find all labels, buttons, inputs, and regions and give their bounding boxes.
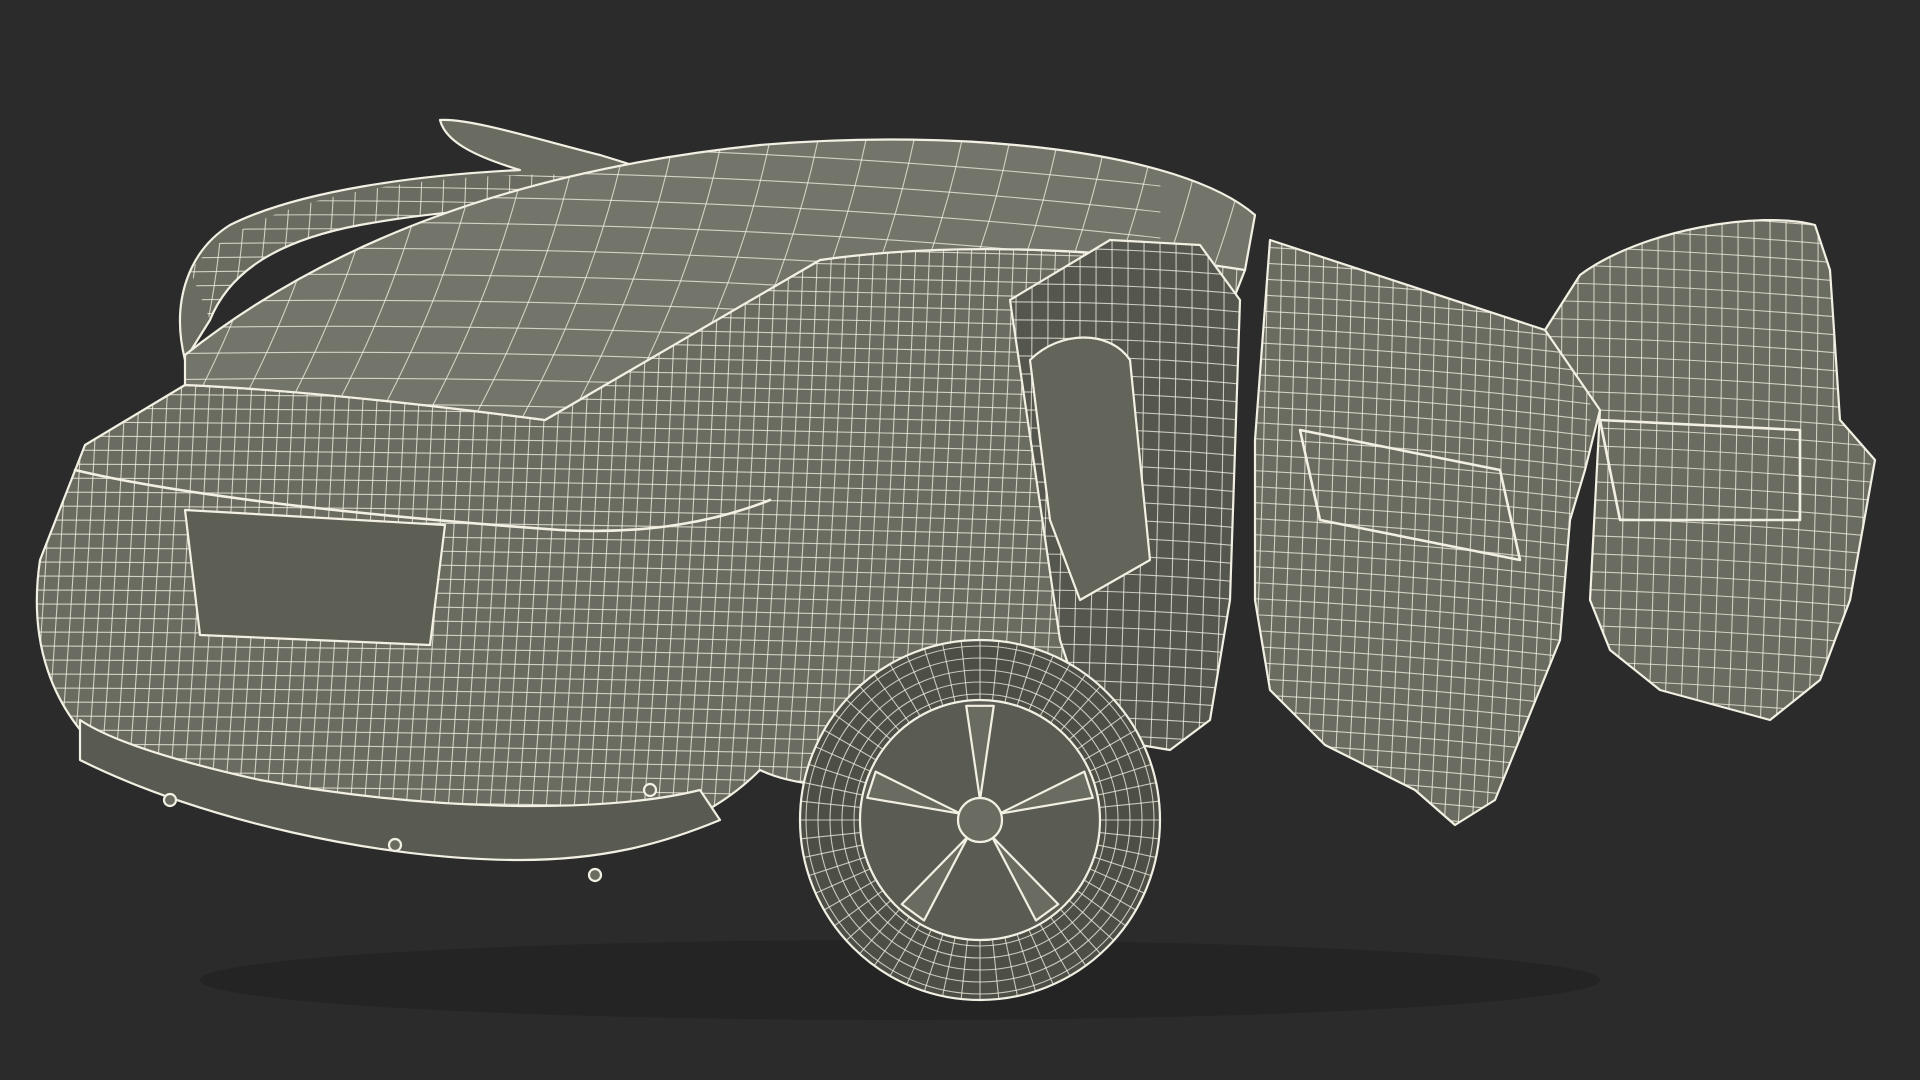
- mesh-line: [0, 240, 34, 880]
- render-viewport: [0, 0, 1920, 1080]
- open-rear-door: [1253, 238, 1602, 827]
- mesh-line: [30, 120, 150, 440]
- mesh-line: [0, 240, 20, 880]
- mesh-line: [160, 160, 180, 340]
- car-wireframe-model: [0, 118, 1877, 1020]
- mesh-line: [1255, 821, 1591, 825]
- mesh-line: [1545, 713, 1871, 720]
- license-plate-recess: [183, 508, 447, 647]
- mesh-line: [1255, 805, 1591, 825]
- mesh-line: [1255, 789, 1591, 821]
- wheel-hub: [956, 796, 1004, 844]
- rear-wheel: [798, 638, 1162, 1002]
